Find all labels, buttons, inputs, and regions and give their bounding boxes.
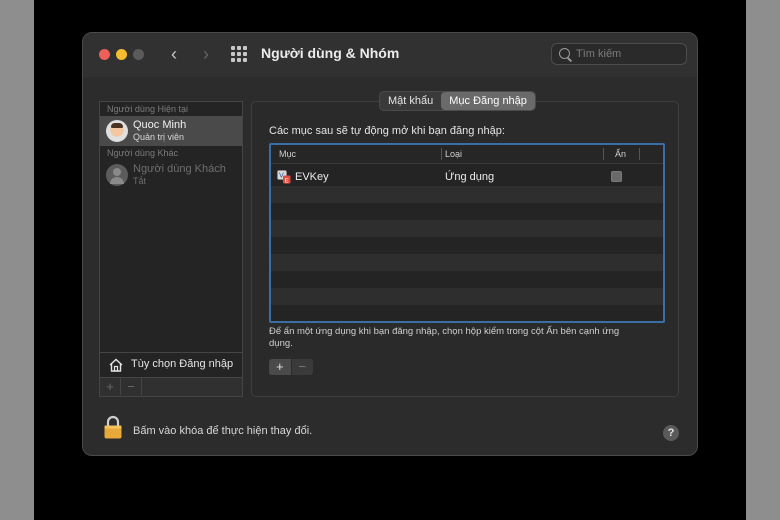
hide-checkbox[interactable] (611, 171, 622, 182)
svg-text:E: E (285, 176, 289, 184)
login-options-label: Tùy chọn Đăng nhập (131, 358, 234, 370)
tab-bar: Mật khẩu Mục Đăng nhập (379, 91, 536, 111)
table-row-empty (271, 203, 663, 220)
users-groups-window: ‹ › Người dùng & Nhóm Người dùng Hiện tạ… (82, 32, 698, 456)
help-button[interactable]: ? (663, 425, 679, 441)
current-users-header: Người dùng Hiện tại (107, 104, 188, 114)
other-users-header: Người dùng Khác (107, 148, 178, 158)
left-backdrop (0, 0, 34, 520)
add-login-item-button[interactable]: + (269, 359, 291, 375)
sidebar-toolbar: + − (100, 377, 242, 396)
login-items-add-remove: + − (269, 359, 313, 375)
table-row-empty (271, 237, 663, 254)
lock-message: Bấm vào khóa để thực hiện thay đổi. (133, 425, 313, 437)
right-backdrop (746, 0, 780, 520)
login-items-table[interactable]: Mục Loại Ẩn V E EVKey Ứng dụng (269, 143, 665, 323)
row-item-name: EVKey (295, 171, 329, 183)
remove-user-button[interactable]: − (121, 378, 142, 395)
add-user-button[interactable]: + (100, 378, 121, 395)
guest-user-status: Tắt (133, 176, 147, 186)
window-title: Người dùng & Nhóm (261, 45, 400, 61)
table-row-empty (271, 186, 663, 203)
tab-password[interactable]: Mật khẩu (380, 92, 441, 110)
user-name: Quoc Minh (133, 119, 187, 131)
login-items-caption: Các mục sau sẽ tự động mở khi bạn đăng n… (269, 125, 505, 137)
lock-icon[interactable] (103, 415, 123, 439)
tab-login-items[interactable]: Mục Đăng nhập (441, 92, 535, 110)
search-icon (559, 48, 570, 59)
sidebar-user-guest[interactable]: Người dùng Khách Tắt (100, 160, 242, 190)
evkey-app-icon: V E (277, 170, 291, 184)
minimize-window-button[interactable] (116, 49, 127, 60)
sidebar-user-quoc-minh[interactable]: Quoc Minh Quản trị viên (100, 116, 242, 146)
table-header: Mục Loại Ẩn (271, 145, 663, 164)
table-row[interactable]: V E EVKey Ứng dụng (271, 169, 663, 186)
hide-hint-text: Để ẩn một ứng dụng khi bạn đăng nhập, ch… (269, 326, 620, 349)
table-row-empty (271, 271, 663, 288)
remove-login-item-button[interactable]: − (290, 359, 313, 375)
zoom-window-button[interactable] (133, 49, 144, 60)
users-sidebar: Người dùng Hiện tại Quoc Minh Quản trị v… (99, 101, 243, 397)
login-options-item[interactable]: Tùy chọn Đăng nhập (100, 352, 242, 377)
house-icon (109, 358, 123, 372)
column-header-hide[interactable]: Ẩn (615, 145, 626, 163)
titlebar: ‹ › Người dùng & Nhóm (83, 33, 697, 77)
user-role: Quản trị viên (133, 132, 185, 142)
search-input[interactable] (576, 46, 680, 62)
search-field[interactable] (551, 43, 687, 65)
forward-chevron-icon[interactable]: › (195, 43, 217, 65)
table-row-empty (271, 220, 663, 237)
show-all-grid-icon[interactable] (231, 46, 247, 62)
table-row-empty (271, 305, 663, 321)
user-avatar (106, 120, 128, 142)
column-header-kind[interactable]: Loại (445, 145, 462, 163)
guest-user-name: Người dùng Khách (133, 163, 226, 175)
guest-avatar-icon (106, 164, 128, 186)
back-chevron-icon[interactable]: ‹ (163, 43, 185, 65)
column-header-item[interactable]: Mục (279, 145, 296, 163)
close-window-button[interactable] (99, 49, 110, 60)
table-row-empty (271, 288, 663, 305)
row-item-kind: Ứng dụng (445, 171, 495, 183)
table-row-empty (271, 254, 663, 271)
